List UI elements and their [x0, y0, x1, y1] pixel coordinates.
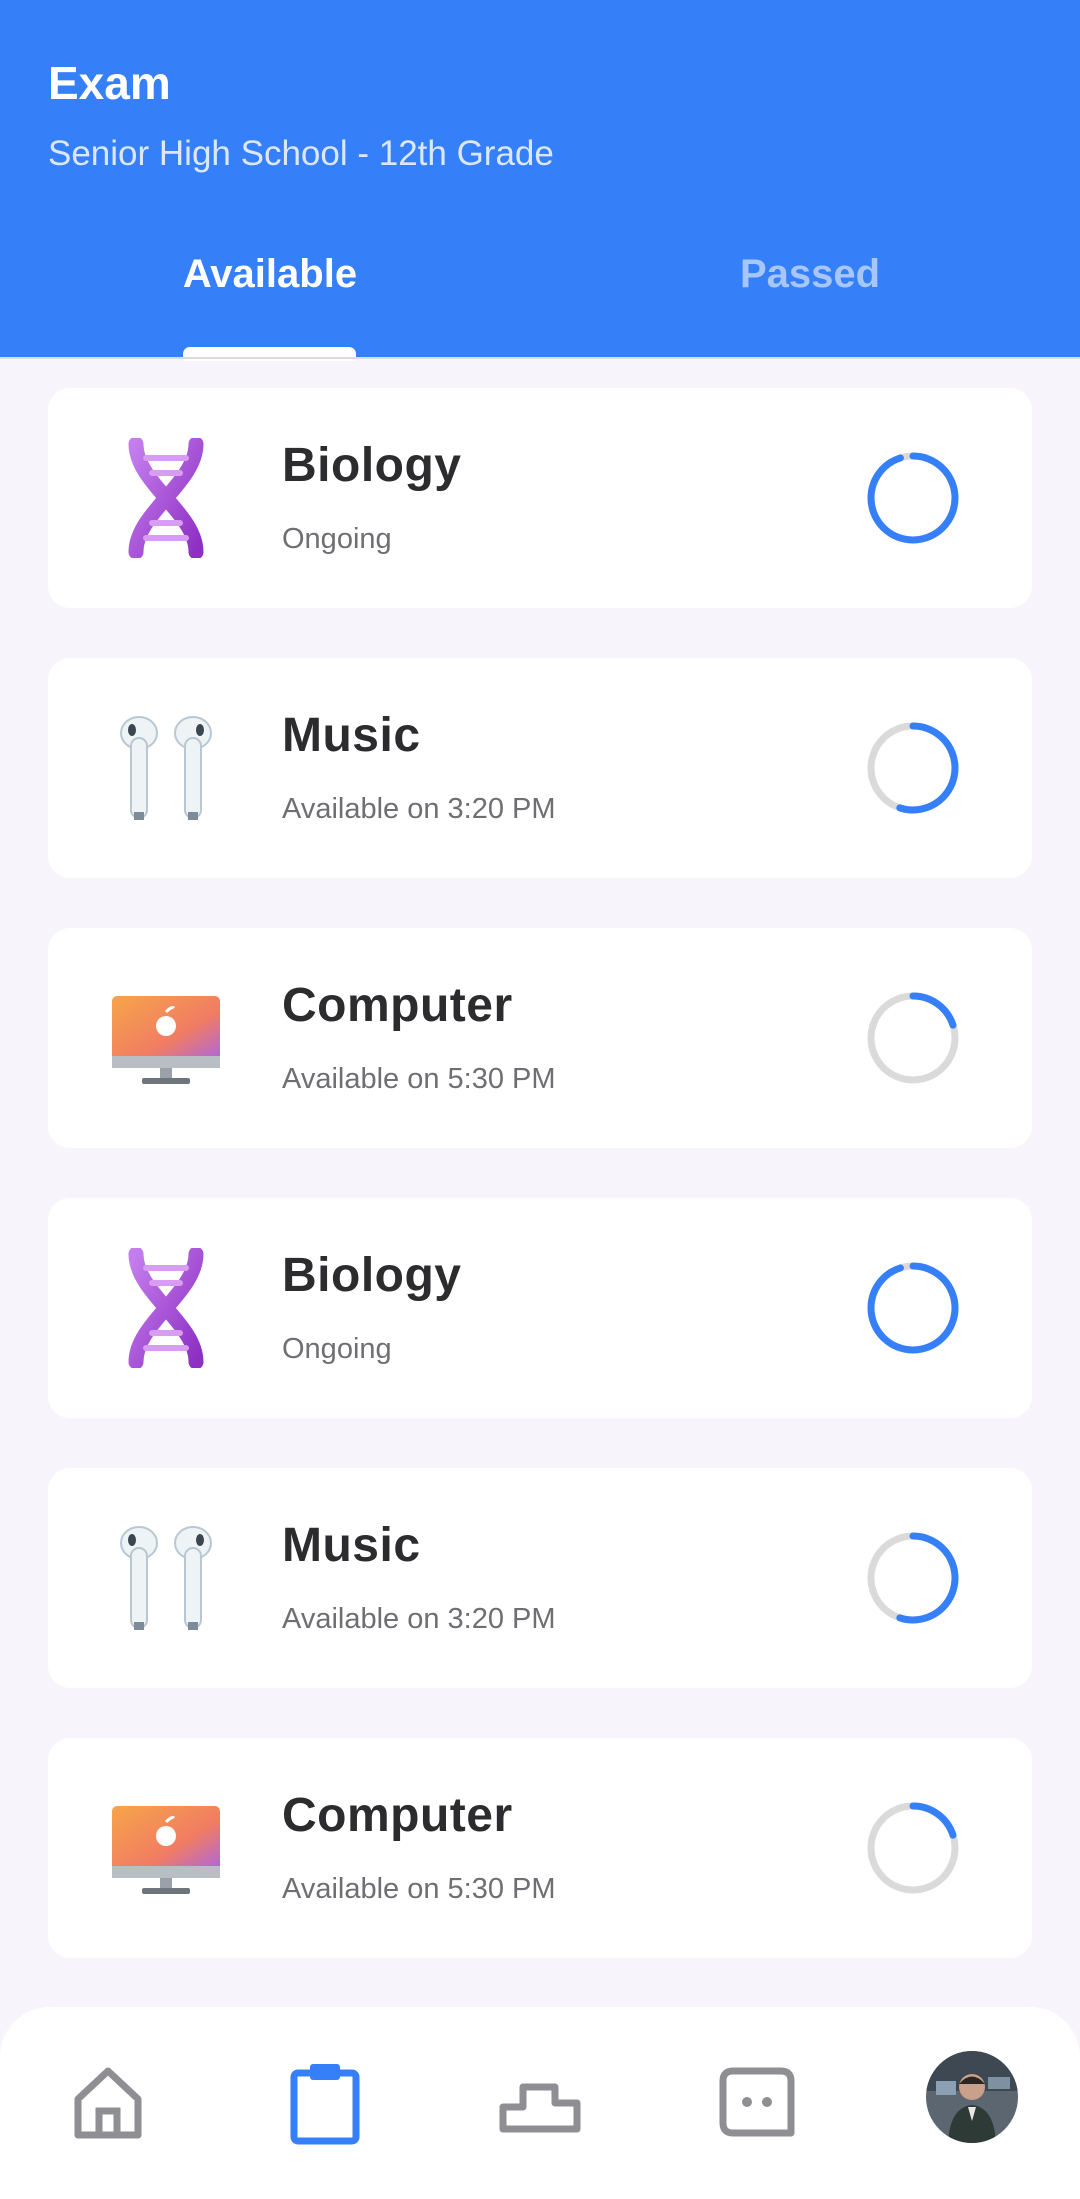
avatar[interactable]	[926, 2051, 1018, 2143]
progress-ring	[867, 1532, 959, 1624]
exam-name: Computer	[282, 1789, 513, 1842]
tab-passed[interactable]: Passed	[540, 252, 1080, 297]
dna-icon	[106, 1246, 226, 1370]
exam-name: Biology	[282, 439, 462, 492]
header-divider	[0, 357, 1080, 359]
earbuds-icon	[106, 708, 226, 828]
exam-name: Music	[282, 1519, 421, 1572]
exam-card-biology[interactable]: Biology Ongoing	[48, 388, 1032, 608]
exam-card-biology[interactable]: Biology Ongoing	[48, 1198, 1032, 1418]
exam-status: Ongoing	[282, 523, 392, 555]
exam-status: Ongoing	[282, 1333, 392, 1365]
podium-icon[interactable]	[495, 2057, 585, 2147]
chat-icon[interactable]	[711, 2057, 801, 2147]
computer-icon	[106, 1788, 226, 1908]
exam-name: Music	[282, 709, 421, 762]
progress-ring	[867, 1262, 959, 1354]
exam-card-music[interactable]: Music Available on 3:20 PM	[48, 658, 1032, 878]
app-header: Exam Senior High School - 12th Grade Ava…	[0, 0, 1080, 361]
page-title: Exam	[48, 57, 171, 109]
progress-ring	[867, 992, 959, 1084]
page-subtitle: Senior High School - 12th Grade	[48, 134, 554, 173]
exam-status: Available on 3:20 PM	[282, 793, 556, 825]
earbuds-icon	[106, 1518, 226, 1638]
exam-status: Available on 3:20 PM	[282, 1603, 556, 1635]
exam-status: Available on 5:30 PM	[282, 1063, 556, 1095]
exam-card-computer[interactable]: Computer Available on 5:30 PM	[48, 1738, 1032, 1958]
exam-status: Available on 5:30 PM	[282, 1873, 556, 1905]
computer-icon	[106, 978, 226, 1098]
exam-card-computer[interactable]: Computer Available on 5:30 PM	[48, 928, 1032, 1148]
progress-ring	[867, 452, 959, 544]
exam-name: Computer	[282, 979, 513, 1032]
clipboard-icon[interactable]	[280, 2057, 370, 2147]
home-icon[interactable]	[63, 2057, 153, 2147]
dna-icon	[106, 436, 226, 560]
exam-card-music[interactable]: Music Available on 3:20 PM	[48, 1468, 1032, 1688]
bottom-nav	[0, 2007, 1080, 2199]
progress-ring	[867, 1802, 959, 1894]
progress-ring	[867, 722, 959, 814]
exam-name: Biology	[282, 1249, 462, 1302]
tab-available[interactable]: Available	[0, 252, 540, 297]
